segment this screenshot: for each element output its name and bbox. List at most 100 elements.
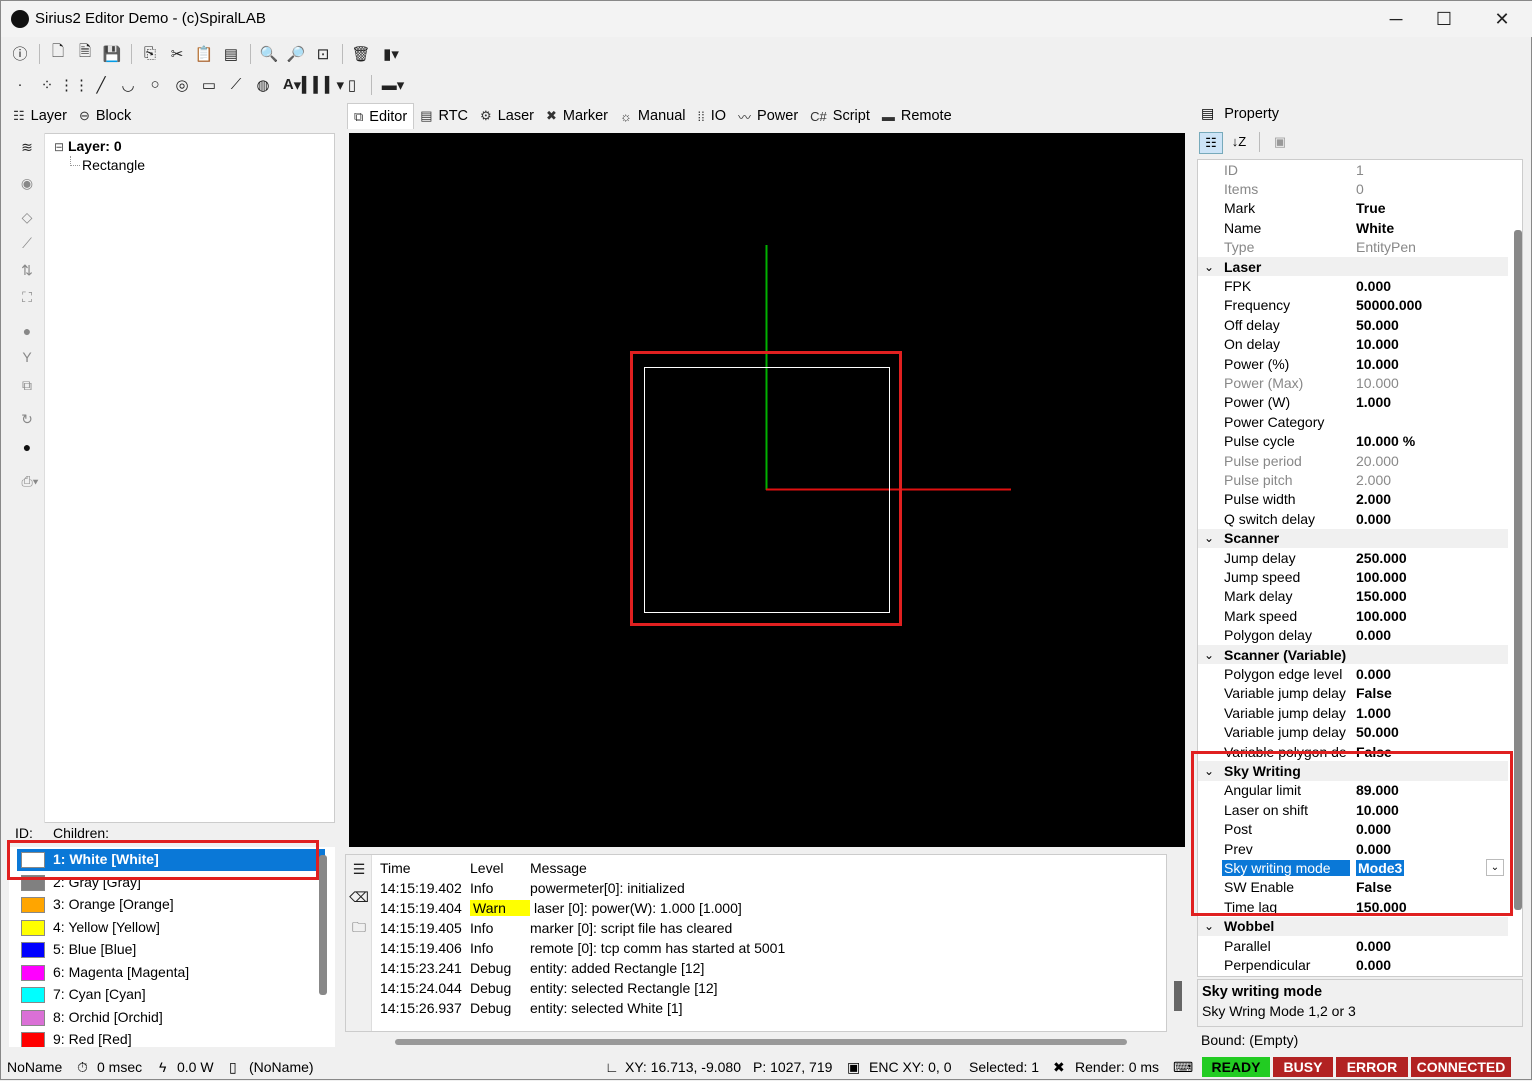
property-category[interactable]: ⌄ Wobbel (1198, 916, 1508, 936)
property-row[interactable]: Mark True (1198, 199, 1508, 218)
info-icon[interactable]: ⓘ (7, 42, 33, 66)
property-row[interactable]: Polygon delay 0.000 (1198, 626, 1508, 645)
property-row[interactable]: Mark speed 100.000 (1198, 606, 1508, 625)
property-row[interactable]: ID 1 (1198, 160, 1508, 179)
tab-manual[interactable]: ☼ Manual (614, 103, 691, 129)
property-row[interactable]: Jump delay 250.000 (1198, 548, 1508, 567)
layers-icon[interactable]: ≋ (17, 137, 37, 157)
collapse-chevron-icon[interactable]: ⌄ (1204, 260, 1214, 274)
point-icon[interactable]: · (7, 73, 33, 97)
trepan-icon[interactable]: ◍ (250, 73, 276, 97)
new-document-icon[interactable]: 🗋 (45, 42, 71, 66)
property-value[interactable]: White (1356, 220, 1394, 236)
fill-icon[interactable]: ◇ (17, 207, 37, 227)
rotate-icon[interactable]: ↻ (17, 409, 37, 429)
property-value[interactable]: 2.000 (1356, 472, 1391, 488)
delete-icon[interactable]: 🗑 (348, 42, 374, 66)
arc-icon[interactable]: ◡ (115, 73, 141, 97)
circle-icon[interactable]: ○ (142, 73, 168, 97)
raster-icon[interactable]: ⋮⋮ (59, 73, 89, 97)
pen-item[interactable]: 9: Red [Red] (17, 1029, 325, 1047)
pen-item[interactable]: 3: Orange [Orange] (17, 894, 325, 916)
pen-item[interactable]: 8: Orchid [Orchid] (17, 1007, 325, 1029)
split-icon[interactable]: Y (17, 347, 37, 367)
tab-block[interactable]: ⊖ Block (73, 103, 137, 129)
record-icon[interactable]: ● (17, 437, 37, 457)
collapse-chevron-icon[interactable]: ⌄ (1204, 648, 1214, 662)
tab-layer[interactable]: ☷ Layer (7, 103, 73, 129)
property-category[interactable]: ⌄ Laser (1198, 257, 1508, 277)
pen-item[interactable]: 5: Blue [Blue] (17, 939, 325, 961)
property-row[interactable]: Polygon edge level 0.000 (1198, 664, 1508, 683)
property-row[interactable]: On delay 10.000 (1198, 335, 1508, 354)
property-row[interactable]: Pulse pitch 2.000 (1198, 470, 1508, 489)
minimize-button[interactable]: ─ (1373, 5, 1419, 33)
tree-expander-icon[interactable]: ⊟ (54, 140, 64, 154)
tree-layer-node[interactable]: ⊟ Layer: 0 (54, 138, 122, 154)
tab-rtc[interactable]: ▤ RTC (414, 103, 474, 129)
log-list-icon[interactable]: ☰ (349, 859, 369, 879)
folder-icon[interactable]: 🗀 (349, 917, 369, 937)
path-icon[interactable]: ⟋ (17, 233, 37, 253)
copy-icon[interactable]: ⎘ (137, 42, 163, 66)
property-row[interactable]: Power (%) 10.000 (1198, 354, 1508, 373)
property-value[interactable]: 0.000 (1356, 627, 1391, 643)
open-document-icon[interactable]: 🗎 (72, 42, 98, 66)
group-icon[interactable]: ◉ (17, 173, 37, 193)
zoom-in-icon[interactable]: 🔎 (283, 42, 309, 66)
alphabetical-sort-icon[interactable]: ↓Z (1227, 132, 1251, 154)
property-value[interactable]: 0.000 (1356, 938, 1391, 954)
property-value[interactable]: 1.000 (1356, 705, 1391, 721)
hatch-icon[interactable]: ● (17, 321, 37, 341)
script-icon[interactable]: ▯ (339, 73, 365, 97)
property-value[interactable]: False (1356, 685, 1392, 701)
tab-io[interactable]: ⁞⁞ IO (691, 103, 732, 129)
property-value[interactable]: 100.000 (1356, 569, 1407, 585)
control-dropdown-icon[interactable]: ▬▾ (377, 73, 409, 97)
property-row[interactable]: Wobbel mode False (1198, 975, 1508, 977)
tab-marker[interactable]: ✖ Marker (540, 103, 614, 129)
eraser-icon[interactable]: ⌫ (349, 887, 369, 907)
barcode-dropdown-icon[interactable]: ▍▍▍▾ (302, 73, 344, 97)
log-vertical-scrollbar[interactable] (1174, 981, 1182, 1011)
property-value[interactable]: 250.000 (1356, 550, 1407, 566)
align-dropdown-icon[interactable]: ▮▾ (375, 42, 407, 66)
property-row[interactable]: Variable jump delay False (1198, 684, 1508, 703)
property-value[interactable]: 20.000 (1356, 453, 1399, 469)
property-row[interactable]: Variable jump delay 1.000 (1198, 703, 1508, 722)
property-row[interactable]: Q switch delay 0.000 (1198, 509, 1508, 528)
property-category[interactable]: ⌄ Scanner (Variable) (1198, 645, 1508, 665)
property-row[interactable]: Jump speed 100.000 (1198, 567, 1508, 586)
property-value[interactable]: 0 (1356, 181, 1364, 197)
pen-item[interactable]: 4: Yellow [Yellow] (17, 917, 325, 939)
log-row[interactable]: 14:15:19.404 Warn laser [0]: power(W): 1.0… (376, 898, 1160, 918)
property-value[interactable]: True (1356, 200, 1386, 216)
pen-item[interactable]: 6: Magenta [Magenta] (17, 962, 325, 984)
categorized-icon[interactable]: ☷ (1199, 132, 1223, 154)
property-value[interactable]: 1.000 (1356, 394, 1391, 410)
tab-power[interactable]: 〰 Power (732, 103, 804, 129)
property-row[interactable]: Items 0 (1198, 179, 1508, 198)
property-row[interactable]: FPK 0.000 (1198, 276, 1508, 295)
property-row[interactable]: Pulse cycle 10.000 % (1198, 432, 1508, 451)
tab-remote[interactable]: ▬ Remote (876, 103, 958, 129)
paste-array-icon[interactable]: ▤ (218, 42, 244, 66)
property-scrollbar[interactable] (1514, 230, 1522, 910)
spiral-icon[interactable]: ◎ (169, 73, 195, 97)
property-value[interactable]: 0.000 (1356, 278, 1391, 294)
property-value[interactable]: 1 (1356, 162, 1364, 178)
property-value[interactable]: 0.000 (1356, 666, 1391, 682)
property-row[interactable]: Parallel 0.000 (1198, 936, 1508, 955)
property-row[interactable]: Pulse period 20.000 (1198, 451, 1508, 470)
property-value[interactable]: 150.000 (1356, 588, 1407, 604)
property-value[interactable]: 2.000 (1356, 491, 1391, 507)
log-row[interactable]: 14:15:26.937 Debug entity: selected White … (376, 998, 1160, 1018)
property-value[interactable]: EntityPen (1356, 239, 1416, 255)
export-dropdown-icon[interactable]: ⎙▾ (17, 471, 43, 491)
pen-list-scrollbar[interactable] (319, 855, 327, 995)
property-value[interactable]: False (1356, 976, 1392, 977)
polyline-icon[interactable]: ⟋ (223, 73, 249, 97)
property-row[interactable]: Name White (1198, 218, 1508, 237)
points-icon[interactable]: ⁘ (34, 73, 60, 97)
property-value[interactable]: 0.000 (1356, 511, 1391, 527)
